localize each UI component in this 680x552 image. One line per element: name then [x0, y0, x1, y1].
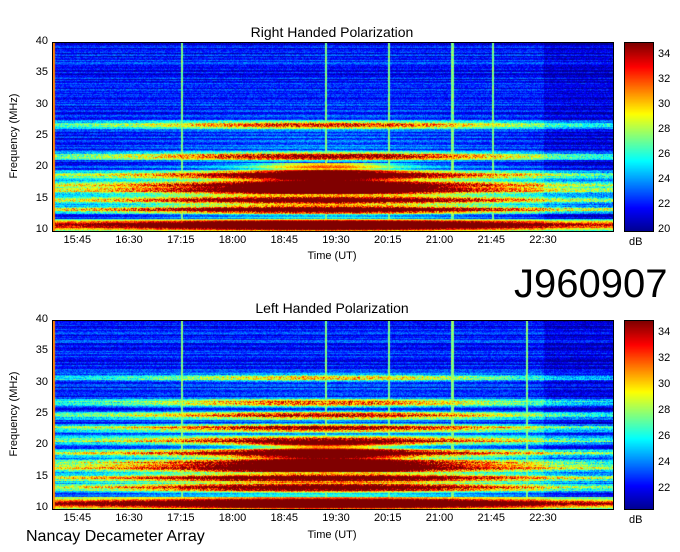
colorbar-tick-label: 28 [658, 122, 671, 135]
top-colorbar-unit: dB [629, 236, 643, 248]
x-tick-label: 19:30 [322, 512, 350, 524]
y-tick-label: 25 [35, 129, 48, 141]
colorbar-tick-label: 26 [658, 429, 671, 442]
bottom-colorbar-unit: dB [629, 514, 643, 526]
colorbar-tick-label: 28 [658, 403, 671, 416]
y-tick-label: 10 [35, 501, 48, 513]
y-tick-label: 30 [35, 97, 48, 110]
y-tick-label: 20 [35, 438, 48, 451]
x-tick-label: 18:00 [218, 512, 247, 524]
bottom-spectrogram [52, 320, 614, 510]
x-tick-label: 18:00 [218, 234, 247, 246]
y-tick-label: 25 [35, 407, 48, 419]
colorbar-tick-label: 22 [658, 197, 671, 210]
y-tick-label: 10 [35, 223, 48, 235]
y-tick-label: 15 [35, 469, 48, 482]
x-tick-label: 18:45 [270, 234, 299, 246]
colorbar-tick-label: 32 [658, 72, 671, 85]
colorbar-tick-label: 26 [658, 147, 671, 160]
instrument-name: Nancay Decameter Array [26, 528, 205, 545]
top-y-axis-label: Frequency (MHz) [8, 93, 20, 179]
y-tick-label: 40 [35, 35, 48, 47]
colorbar-tick-label: 34 [658, 47, 671, 60]
y-tick-label: 20 [35, 160, 48, 173]
bottom-panel-title: Left Handed Polarization [255, 300, 409, 316]
x-tick-label: 16:30 [115, 234, 143, 246]
x-tick-label: 16:30 [115, 512, 143, 524]
top-panel-title: Right Handed Polarization [250, 24, 414, 40]
top-x-axis-label: Time (UT) [307, 250, 357, 262]
x-tick-label: 22:30 [529, 512, 557, 524]
colorbar-tick-label: 20 [658, 223, 671, 235]
colorbar-tick-label: 22 [658, 481, 671, 494]
x-tick-label: 17:15 [167, 234, 195, 246]
x-tick-label: 20:15 [374, 512, 402, 524]
x-tick-label: 15:45 [63, 234, 92, 246]
colorbar-tick-label: 30 [658, 97, 671, 110]
y-tick-label: 35 [35, 66, 48, 79]
x-tick-label: 19:30 [322, 234, 350, 246]
colorbar-tick-label: 24 [658, 455, 671, 468]
top-colorbar [624, 42, 654, 232]
top-spectrogram [52, 42, 614, 232]
colorbar-tick-label: 30 [658, 377, 671, 390]
y-tick-label: 30 [35, 375, 48, 388]
x-tick-label: 18:45 [270, 512, 299, 524]
colorbar-tick-label: 32 [658, 351, 671, 364]
x-tick-label: 20:15 [374, 234, 402, 246]
y-tick-label: 35 [35, 344, 48, 357]
x-tick-label: 21:45 [477, 512, 506, 524]
x-tick-label: 21:00 [425, 234, 454, 246]
bottom-y-axis-label: Frequency (MHz) [8, 371, 20, 457]
colorbar-tick-label: 34 [658, 325, 671, 338]
x-tick-label: 22:30 [529, 234, 557, 246]
x-tick-label: 17:15 [167, 512, 195, 524]
x-tick-label: 21:00 [425, 512, 454, 524]
bottom-colorbar [624, 320, 654, 510]
y-tick-label: 40 [35, 313, 48, 325]
x-tick-label: 21:45 [477, 234, 506, 246]
y-tick-label: 15 [35, 191, 48, 204]
colorbar-tick-label: 24 [658, 172, 671, 185]
x-tick-label: 15:45 [63, 512, 92, 524]
